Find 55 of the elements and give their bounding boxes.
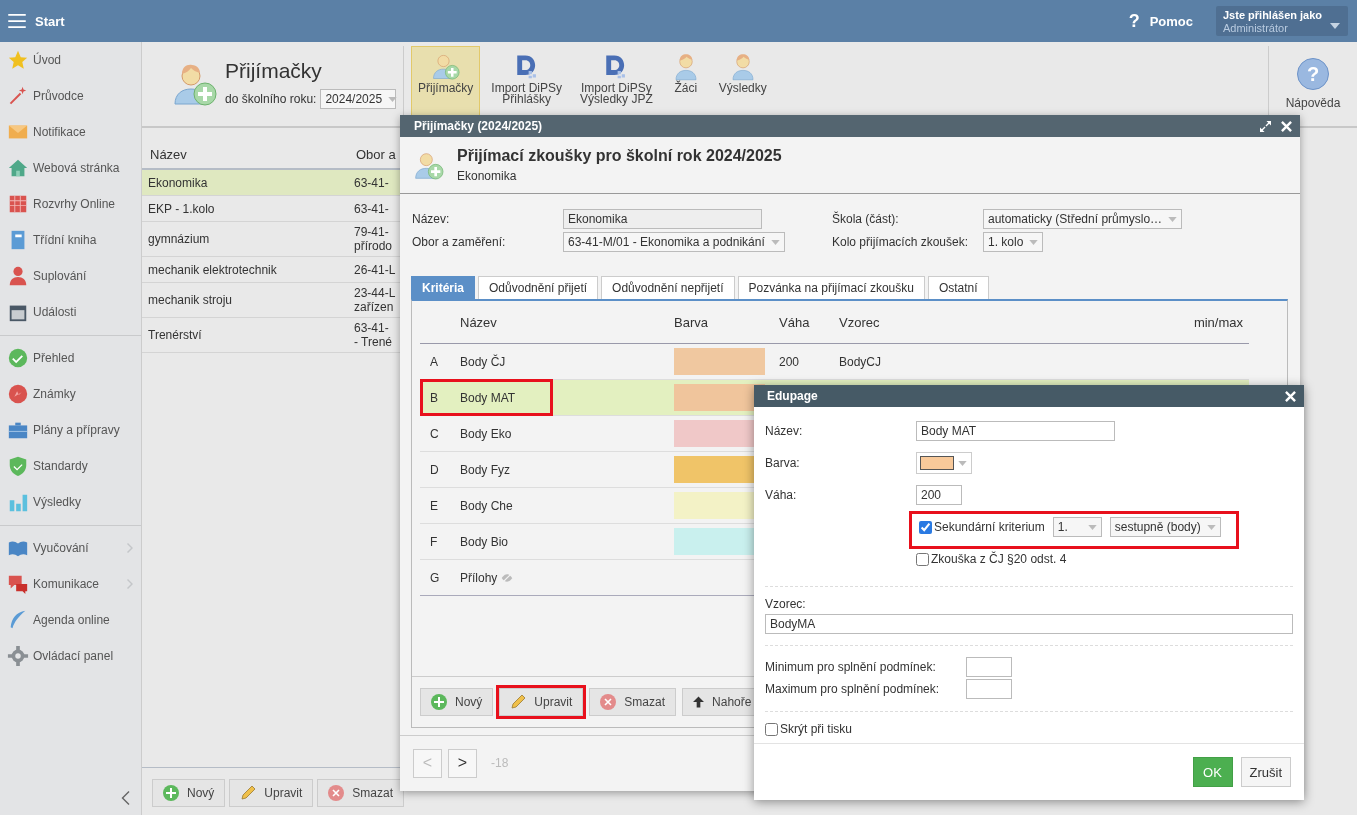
field-label: Škola (část): (832, 212, 900, 227)
table-cell: Body Eko (460, 426, 512, 441)
table-cell-text: mechanik stroju (147, 293, 234, 307)
column-header: Barva (674, 313, 709, 332)
table-cell-text: Ekonomika (147, 175, 209, 190)
field-label: Vzorec: (765, 597, 807, 611)
table-cell-text: G (429, 570, 441, 585)
table-cell: Body Bio (460, 534, 509, 549)
field-label: Barva: (765, 456, 801, 470)
table-cell-text: F (429, 534, 439, 549)
table-cell: 63-41- - Trené (354, 321, 392, 349)
table-cell: 200 (779, 354, 800, 369)
dialog-heading: Přijímací zkoušky pro školní rok 2024/2025 (457, 147, 782, 166)
field-label: Název: (765, 424, 804, 438)
table-cell: BodyCJ (839, 354, 882, 369)
table-cell-text: C (429, 426, 440, 441)
table-cell-text: E (429, 498, 439, 513)
dialog-title: Edupage (767, 389, 818, 403)
column-header: Váha (779, 314, 811, 330)
column-header: Vzorec (839, 314, 881, 330)
checkbox-label: Zkouška z ČJ §20 odst. 4 (931, 552, 1067, 566)
field-label: Název: (412, 212, 451, 227)
column-header: Název (149, 146, 188, 162)
field-label: Maximum pro splnění podmínek: (765, 682, 941, 696)
table-cell-text: EKP - 1.kolo (147, 201, 216, 216)
page-range: -18 (491, 756, 509, 771)
column-header: min/max (1192, 314, 1244, 330)
column-header: Název (460, 314, 498, 330)
table-cell: 79-41- přírodo (354, 225, 393, 253)
field-label: Minimum pro splnění podmínek: (765, 660, 937, 674)
year-label: do školního roku: (225, 92, 317, 106)
table-cell: Body Fyz (460, 462, 510, 477)
table-cell: 23-44-L zařízen (354, 286, 396, 314)
checkbox-label: Sekundární kriterium (934, 520, 1045, 534)
table-cell-text: mechanik elektrotechnik (147, 262, 278, 277)
field-label: Obor a zaměření: (412, 235, 507, 250)
table-cell-text: B (429, 390, 439, 405)
table-cell: Body MAT (460, 390, 516, 405)
table-cell: Přílohy (460, 570, 498, 585)
table-cell: 63-41- (354, 175, 389, 190)
checkbox-label: Skrýt při tisku (780, 722, 852, 736)
table-cell: 26-41-L (354, 262, 396, 277)
dialog-title: Přijímačky (2024/2025) (414, 119, 543, 133)
table-cell: Body ČJ (460, 354, 506, 369)
field-label: Kolo přijímacích zkoušek: (832, 235, 970, 250)
column-header: Obor a (356, 146, 396, 162)
table-cell: Body Che (460, 498, 513, 513)
table-cell-text: A (429, 354, 439, 369)
dialog-subheading: Ekonomika (457, 169, 518, 184)
field-label: Váha: (765, 488, 798, 502)
page-title: Přijímačky (225, 59, 323, 83)
table-cell-text: D (429, 462, 440, 477)
table-cell-text: Trenérství (147, 328, 203, 342)
table-cell-text: gymnázium (147, 232, 211, 246)
table-cell: 63-41- (354, 201, 389, 216)
